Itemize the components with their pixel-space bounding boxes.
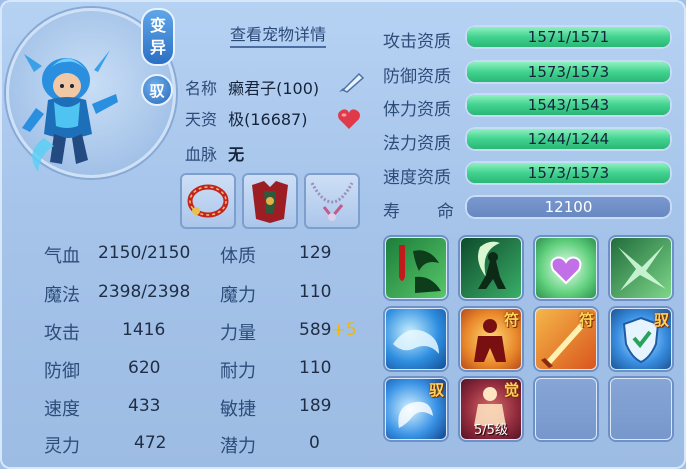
qual-label-mana: 法力资质 bbox=[383, 134, 451, 154]
qual-label-stamina: 体力资质 bbox=[383, 100, 451, 120]
pet-name: 癞君子(100) bbox=[228, 79, 320, 98]
talent-row: 天资 极(16687) bbox=[185, 106, 307, 130]
name-row: 名称 癞君子(100) bbox=[185, 75, 319, 99]
red-necklace-icon bbox=[187, 184, 229, 218]
attr-label-agility: 敏捷 bbox=[220, 399, 256, 420]
strength-bonus: +5 bbox=[331, 320, 357, 340]
skill-tag-8: 驭 bbox=[653, 311, 669, 329]
attr-value-potential: 0 bbox=[309, 433, 320, 453]
skill-slot-11-empty[interactable] bbox=[535, 378, 597, 440]
purple-necklace-icon bbox=[310, 182, 354, 221]
stat-label-hp: 气血 bbox=[44, 246, 80, 267]
skill-tag-6: 符 bbox=[503, 311, 519, 329]
attr-label-endurance: 耐力 bbox=[220, 361, 256, 382]
qual-bar-stamina: 1543/1543 bbox=[465, 93, 672, 117]
qual-value-speed: 1573/1573 bbox=[527, 164, 610, 182]
attr-value-endurance: 110 bbox=[299, 358, 332, 378]
stat-label-mp: 魔法 bbox=[44, 285, 80, 306]
skill-level-10: 5/5级 bbox=[474, 423, 508, 438]
stat-value-spirit: 472 bbox=[134, 433, 167, 453]
skill-slot-3[interactable] bbox=[535, 237, 597, 299]
strength-base: 589 bbox=[299, 320, 332, 340]
talent-label: 天资 bbox=[185, 110, 218, 129]
skill-slot-9[interactable]: 驭 bbox=[385, 378, 447, 440]
view-pet-details-link[interactable]: 查看宠物详情 bbox=[230, 21, 327, 48]
pet-figure-icon bbox=[22, 50, 118, 172]
stat-value-hp: 2150/2150 bbox=[98, 243, 191, 263]
attr-label-potential: 潜力 bbox=[220, 436, 256, 457]
stat-value-mp: 2398/2398 bbox=[98, 282, 191, 302]
skill-slot-4[interactable] bbox=[610, 237, 672, 299]
qual-value-attack: 1571/1571 bbox=[527, 28, 610, 46]
skill-slot-10[interactable]: 觉 5/5级 bbox=[460, 378, 522, 440]
green-shatter-skill-icon bbox=[618, 245, 666, 291]
qual-value-mana: 1244/1244 bbox=[527, 130, 610, 148]
skill-tag-10: 觉 bbox=[503, 381, 519, 399]
attr-label-constitution: 体质 bbox=[220, 246, 256, 267]
skill-slot-8[interactable]: 驭 bbox=[610, 308, 672, 370]
qual-value-defense: 1573/1573 bbox=[527, 63, 610, 81]
skill-slot-2[interactable] bbox=[460, 237, 522, 299]
qual-bar-speed: 1573/1573 bbox=[465, 161, 672, 185]
water-wave-skill-icon bbox=[393, 329, 439, 354]
lifespan-label-2: 命 bbox=[437, 202, 454, 222]
tamed-badge: 驭 bbox=[141, 74, 173, 106]
rename-pen-icon[interactable] bbox=[337, 70, 367, 94]
attr-value-strength: 589+5 bbox=[299, 320, 357, 340]
qual-label-defense: 防御资质 bbox=[383, 67, 451, 87]
bloodline-value: 无 bbox=[228, 145, 245, 164]
heart-shield-skill-icon bbox=[550, 256, 582, 285]
stat-label-speed: 速度 bbox=[44, 399, 80, 420]
skill-slot-6[interactable]: 符 bbox=[460, 308, 522, 370]
stat-label-attack: 攻击 bbox=[44, 323, 80, 344]
skill-slot-7[interactable]: 符 bbox=[535, 308, 597, 370]
equip-slot-2[interactable] bbox=[242, 173, 298, 229]
qual-bar-attack: 1571/1571 bbox=[465, 25, 672, 49]
mutation-badge: 变 异 bbox=[141, 8, 175, 66]
name-label: 名称 bbox=[185, 79, 218, 98]
qual-bar-mana: 1244/1244 bbox=[465, 127, 672, 151]
night-warrior-skill-icon bbox=[478, 241, 506, 289]
red-armor-icon bbox=[252, 181, 288, 223]
equip-slot-3[interactable] bbox=[304, 173, 360, 229]
mutation-char-2: 异 bbox=[149, 38, 166, 57]
skill-tag-7: 符 bbox=[578, 311, 594, 329]
qual-label-attack: 攻击资质 bbox=[383, 32, 451, 52]
stat-label-spirit: 灵力 bbox=[44, 436, 80, 457]
attr-label-magic: 魔力 bbox=[220, 285, 256, 306]
equip-slot-1[interactable] bbox=[180, 173, 236, 229]
stat-label-defense: 防御 bbox=[44, 361, 80, 382]
stat-value-attack: 1416 bbox=[122, 320, 166, 340]
skill-slot-12-empty[interactable] bbox=[610, 378, 672, 440]
stat-value-defense: 620 bbox=[128, 358, 161, 378]
skill-slot-5[interactable] bbox=[385, 308, 447, 370]
talent-value: 极(16687) bbox=[228, 110, 308, 129]
heart-icon[interactable] bbox=[337, 108, 361, 130]
bloodline-row: 血脉 无 bbox=[185, 141, 244, 165]
blood-drain-skill-icon bbox=[399, 245, 441, 293]
bloodline-label: 血脉 bbox=[185, 145, 218, 164]
lifespan-label-1: 寿 bbox=[383, 202, 400, 222]
attr-value-magic: 110 bbox=[299, 282, 332, 302]
skill-tag-9: 驭 bbox=[428, 381, 444, 399]
qual-bar-defense: 1573/1573 bbox=[465, 60, 672, 84]
attr-value-constitution: 129 bbox=[299, 243, 332, 263]
qual-value-stamina: 1543/1543 bbox=[527, 96, 610, 114]
stat-value-speed: 433 bbox=[128, 396, 161, 416]
qual-label-speed: 速度资质 bbox=[383, 168, 451, 188]
attr-value-agility: 189 bbox=[299, 396, 332, 416]
mutation-char-1: 变 bbox=[149, 16, 166, 35]
lifespan-value: 12100 bbox=[465, 195, 672, 219]
attr-label-strength: 力量 bbox=[220, 323, 256, 344]
skill-slot-1[interactable] bbox=[385, 237, 447, 299]
pet-panel: 变 异 驭 查看宠物详情 名称 癞君子(100) 天资 极(16687) 血脉 … bbox=[0, 0, 686, 469]
